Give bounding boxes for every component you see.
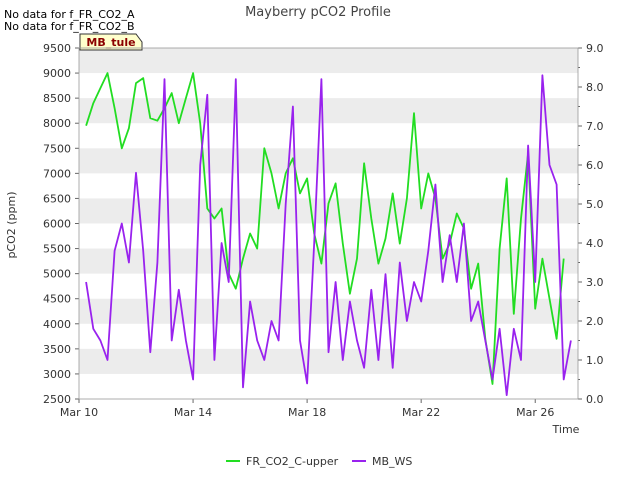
x-tick-label: Mar 22 [402, 406, 440, 419]
y2-tick-label: 9.0 [586, 42, 604, 55]
pco2-profile-chart: Mayberry pCO2 Profile No data for f_FR_C… [4, 5, 604, 468]
y-tick-label: 9000 [43, 67, 71, 80]
y-tick-label: 7500 [43, 142, 71, 155]
no-data-note-b: No data for f_FR_CO2_B [4, 20, 135, 33]
y-tick-label: 3000 [43, 368, 71, 381]
x-tick-label: Mar 10 [60, 406, 98, 419]
y-tick-label: 2500 [43, 393, 71, 406]
y2-tick-label: 4.0 [586, 237, 604, 250]
y2-tick-label: 6.0 [586, 159, 604, 172]
x-axis-label: Time [552, 423, 580, 436]
grid-band [79, 148, 578, 174]
y2-tick-label: 7.0 [586, 120, 604, 133]
y-tick-label: 5000 [43, 268, 71, 281]
x-tick-label: Mar 26 [516, 406, 554, 419]
grid-band [79, 248, 578, 274]
y-tick-label: 4500 [43, 293, 71, 306]
y-tick-label: 7000 [43, 167, 71, 180]
y2-tick-label: 1.0 [586, 354, 604, 367]
y-tick-label: 6500 [43, 192, 71, 205]
y2-tick-label: 3.0 [586, 276, 604, 289]
legend-label: FR_CO2_C-upper [246, 455, 339, 468]
x-tick-label: Mar 14 [174, 406, 212, 419]
y-axis-label: pCO2 (ppm) [5, 191, 18, 258]
y-tick-label: 6000 [43, 218, 71, 231]
chart-title: Mayberry pCO2 Profile [245, 5, 391, 20]
y-tick-label: 5500 [43, 243, 71, 256]
grid-band [79, 48, 578, 74]
legend: FR_CO2_C-upper MB_WS [226, 455, 412, 468]
y-tick-label: 9500 [43, 42, 71, 55]
series-line-mb-ws [85, 74, 572, 397]
y2-tick-label: 8.0 [586, 81, 604, 94]
x-tick-label: Mar 18 [288, 406, 326, 419]
y-tick-label: 8000 [43, 117, 71, 130]
y-tick-label: 3500 [43, 343, 71, 356]
y2-tick-label: 5.0 [586, 198, 604, 211]
y2-tick-label: 2.0 [586, 315, 604, 328]
legend-label: MB_WS [372, 455, 412, 468]
y-tick-label: 4000 [43, 318, 71, 331]
y-tick-label: 8500 [43, 92, 71, 105]
site-tag-label: MB_tule [86, 36, 135, 49]
y2-tick-label: 0.0 [586, 393, 604, 406]
